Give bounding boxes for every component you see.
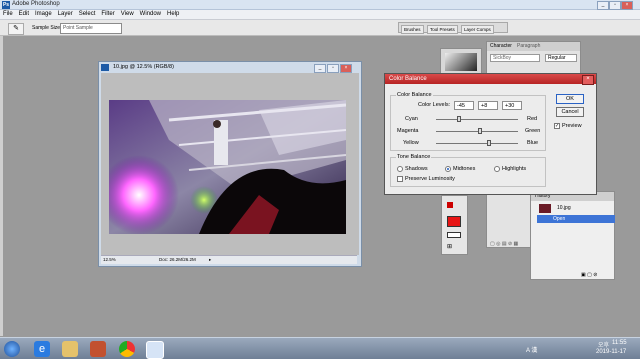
tab-character[interactable]: Character	[490, 43, 512, 49]
cyan-red-track[interactable]	[436, 119, 518, 120]
preserve-luminosity-label: Preserve Luminosity	[405, 176, 455, 182]
magenta-green-track[interactable]	[436, 131, 518, 132]
dialog-close-button[interactable]: ×	[582, 75, 594, 85]
windows-taskbar: e A 漢 오후 11:55 2019-11-17	[0, 337, 640, 359]
midtones-radio[interactable]	[445, 166, 451, 172]
level-yellow-blue-input[interactable]: +30	[502, 101, 522, 110]
status-arrow-icon[interactable]: ▸	[209, 256, 211, 264]
color-balance-group-label: Color Balance	[396, 92, 433, 98]
preview-label: Preview	[562, 123, 582, 129]
close-button[interactable]: ×	[621, 1, 633, 10]
doc-maximize-button[interactable]: ▫	[327, 64, 339, 73]
doc-close-button[interactable]: ×	[340, 64, 352, 73]
eyedropper-tool-icon[interactable]: ✎	[8, 23, 24, 35]
highlights-label: Highlights	[502, 166, 527, 172]
menu-file[interactable]: File	[0, 10, 16, 18]
zoom-level[interactable]: 12.5%	[103, 256, 116, 264]
document-icon	[101, 64, 109, 71]
minimize-button[interactable]: _	[597, 1, 609, 10]
menu-filter[interactable]: Filter	[98, 10, 117, 18]
cyan-red-slider[interactable]	[456, 116, 461, 122]
ok-button[interactable]: OK	[556, 94, 584, 104]
options-bar: ✎ Sample Size: Point Sample	[0, 20, 640, 36]
foreground-swatch-small[interactable]	[447, 202, 453, 208]
snapshot-thumbnail	[539, 204, 551, 213]
chrome-icon[interactable]	[119, 341, 135, 357]
color-levels-label: Color Levels:	[418, 102, 451, 108]
preview-checkbox[interactable]: ✓	[554, 123, 560, 129]
slider-right-green: Green	[525, 128, 541, 134]
level-cyan-red-input[interactable]: -45	[454, 101, 474, 110]
media-player-icon[interactable]	[90, 341, 106, 357]
start-button-icon[interactable]	[4, 341, 20, 357]
concert-photo	[109, 100, 346, 234]
menu-window[interactable]: Window	[137, 10, 164, 18]
clock-time[interactable]: 11:55	[612, 340, 627, 346]
tone-balance-group: Tone Balance	[390, 154, 546, 187]
yellow-blue-track[interactable]	[436, 143, 518, 144]
font-family-select[interactable]: SickBoy	[490, 54, 540, 62]
history-state-label: Open	[553, 216, 566, 222]
history-footer-icons: ▣ ▢ ⊘	[581, 272, 598, 278]
photo-canvas[interactable]	[109, 100, 346, 234]
yellow-blue-slider[interactable]	[487, 140, 492, 146]
shadows-label: Shadows	[405, 166, 428, 172]
tone-balance-group-label: Tone Balance	[396, 154, 432, 160]
screen-mode-icon[interactable]: ⊞	[447, 243, 461, 250]
tool-swatches: ⊞	[441, 195, 468, 255]
app-title: Adobe Photoshop	[12, 1, 60, 7]
menu-help[interactable]: Help	[164, 10, 182, 18]
clock-period: 오후	[598, 343, 610, 349]
tab-brushes[interactable]: Brushes	[401, 25, 424, 34]
tools-edge	[0, 36, 3, 336]
maximize-button[interactable]: ▫	[609, 1, 621, 10]
app-title-bar: Ps Adobe Photoshop _ ▫ ×	[0, 0, 640, 10]
font-style-select[interactable]: Regular	[545, 54, 577, 62]
slider-left-magenta: Magenta	[397, 128, 419, 134]
midtones-label: Midtones	[453, 166, 476, 172]
photoshop-taskbar-icon[interactable]	[146, 341, 164, 359]
history-state-open[interactable]: Open	[537, 215, 615, 223]
menu-layer[interactable]: Layer	[55, 10, 76, 18]
sample-size-label: Sample Size:	[32, 25, 62, 31]
foreground-color-swatch[interactable]	[447, 216, 461, 227]
menu-view[interactable]: View	[118, 10, 137, 18]
preserve-luminosity-checkbox[interactable]	[397, 176, 403, 182]
document-title: 10.jpg @ 12.5% (RGB/8)	[113, 64, 174, 70]
document-status-bar: 12.5% Doc: 26.2M/26.2M ▸	[101, 255, 357, 264]
tab-paragraph[interactable]: Paragraph	[517, 43, 540, 49]
photoshop-logo-icon: Ps	[2, 1, 10, 9]
level-magenta-green-input[interactable]: +8	[478, 101, 498, 110]
dialog-title: Color Balance	[385, 74, 596, 84]
navigator-thumbnail	[440, 48, 482, 74]
shadows-radio[interactable]	[397, 166, 403, 172]
menu-bar: File Edit Image Layer Select Filter View Window…	[0, 10, 640, 20]
sample-size-dropdown[interactable]: Point Sample	[60, 23, 122, 34]
menu-select[interactable]: Select	[76, 10, 99, 18]
snapshot-name[interactable]: 10.jpg	[557, 205, 571, 211]
character-panel-tabs: Character Paragraph	[487, 42, 580, 51]
tab-layer-comps[interactable]: Layer Comps	[461, 25, 494, 34]
cancel-button[interactable]: Cancel	[556, 107, 584, 117]
slider-left-yellow: Yellow	[403, 140, 419, 146]
doc-minimize-button[interactable]: _	[314, 64, 326, 73]
slider-right-red: Red	[527, 116, 538, 122]
doc-size: Doc: 26.2M/26.2M	[159, 257, 196, 262]
history-panel: History 10.jpg Open ▣ ▢ ⊘	[530, 191, 615, 280]
clock-date: 2019-11-17	[596, 349, 627, 355]
palette-well: Brushes Tool Presets Layer Comps	[398, 22, 508, 34]
file-explorer-icon[interactable]	[62, 341, 78, 357]
quick-mask-icon[interactable]	[447, 232, 461, 238]
ime-indicator[interactable]: A 漢	[526, 345, 537, 354]
slider-left-cyan: Cyan	[405, 116, 418, 122]
menu-image[interactable]: Image	[32, 10, 55, 18]
document-window: 10.jpg @ 12.5% (RGB/8) _ ▫ × 12.5% Doc: …	[98, 61, 362, 267]
magenta-green-slider[interactable]	[478, 128, 483, 134]
navigator-preview-image	[445, 53, 477, 71]
internet-explorer-icon[interactable]: e	[34, 341, 50, 357]
slider-right-blue: Blue	[527, 140, 539, 146]
highlights-radio[interactable]	[494, 166, 500, 172]
tab-tool-presets[interactable]: Tool Presets	[427, 25, 458, 34]
menu-edit[interactable]: Edit	[16, 10, 32, 18]
